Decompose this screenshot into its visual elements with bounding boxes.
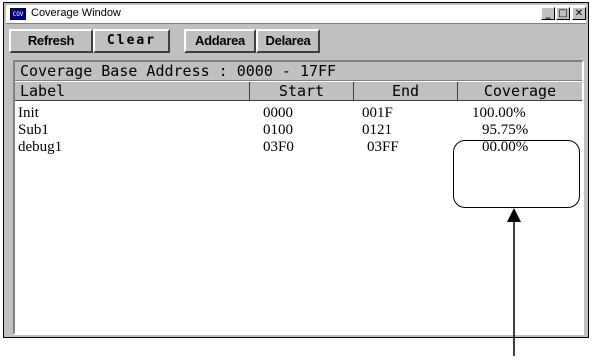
row-label: Init bbox=[18, 105, 39, 121]
title-bar[interactable]: COV Coverage Window _ □ ✕ bbox=[6, 5, 586, 24]
row-start: 0100 bbox=[263, 122, 293, 138]
row-end: 0121 bbox=[362, 122, 392, 138]
row-start: 0000 bbox=[263, 105, 293, 121]
app-icon: COV bbox=[10, 8, 26, 20]
column-header-start[interactable]: Start bbox=[250, 82, 354, 100]
row-label: debug1 bbox=[18, 139, 63, 155]
maximize-button[interactable]: □ bbox=[556, 7, 570, 20]
row-coverage: 100.00% bbox=[472, 105, 526, 121]
callout-arrow bbox=[507, 208, 521, 356]
table-row[interactable]: Init 0000 001F 100.00% bbox=[15, 105, 582, 122]
row-coverage: 95.75% bbox=[482, 122, 529, 138]
minimize-button[interactable]: _ bbox=[541, 7, 555, 20]
table-row[interactable]: Sub1 0100 0121 95.75% bbox=[15, 122, 582, 139]
coverage-list-panel: Coverage Base Address : 0000 - 17FF Labe… bbox=[13, 60, 584, 335]
close-button[interactable]: ✕ bbox=[572, 7, 586, 20]
coverage-window: COV Coverage Window _ □ ✕ Refresh Clear … bbox=[3, 2, 589, 338]
base-address-text: Coverage Base Address : 0000 - 17FF bbox=[15, 62, 582, 81]
column-header-end[interactable]: End bbox=[354, 82, 458, 100]
row-end: 001F bbox=[362, 105, 393, 121]
window-title: Coverage Window bbox=[31, 7, 121, 19]
table-header: Label Start End Coverage bbox=[15, 82, 582, 101]
row-label: Sub1 bbox=[18, 122, 49, 138]
table-row[interactable]: debug1 03F0 03FF 00.00% bbox=[15, 139, 582, 156]
row-coverage: 00.00% bbox=[482, 139, 529, 155]
refresh-button[interactable]: Refresh bbox=[9, 29, 93, 53]
column-header-label[interactable]: Label bbox=[15, 82, 250, 100]
row-end: 03FF bbox=[367, 139, 399, 155]
delarea-button[interactable]: Delarea bbox=[256, 29, 320, 53]
column-header-coverage[interactable]: Coverage bbox=[458, 82, 582, 100]
row-start: 03F0 bbox=[263, 139, 294, 155]
clear-button[interactable]: Clear bbox=[93, 29, 170, 53]
addarea-button[interactable]: Addarea bbox=[184, 29, 256, 53]
